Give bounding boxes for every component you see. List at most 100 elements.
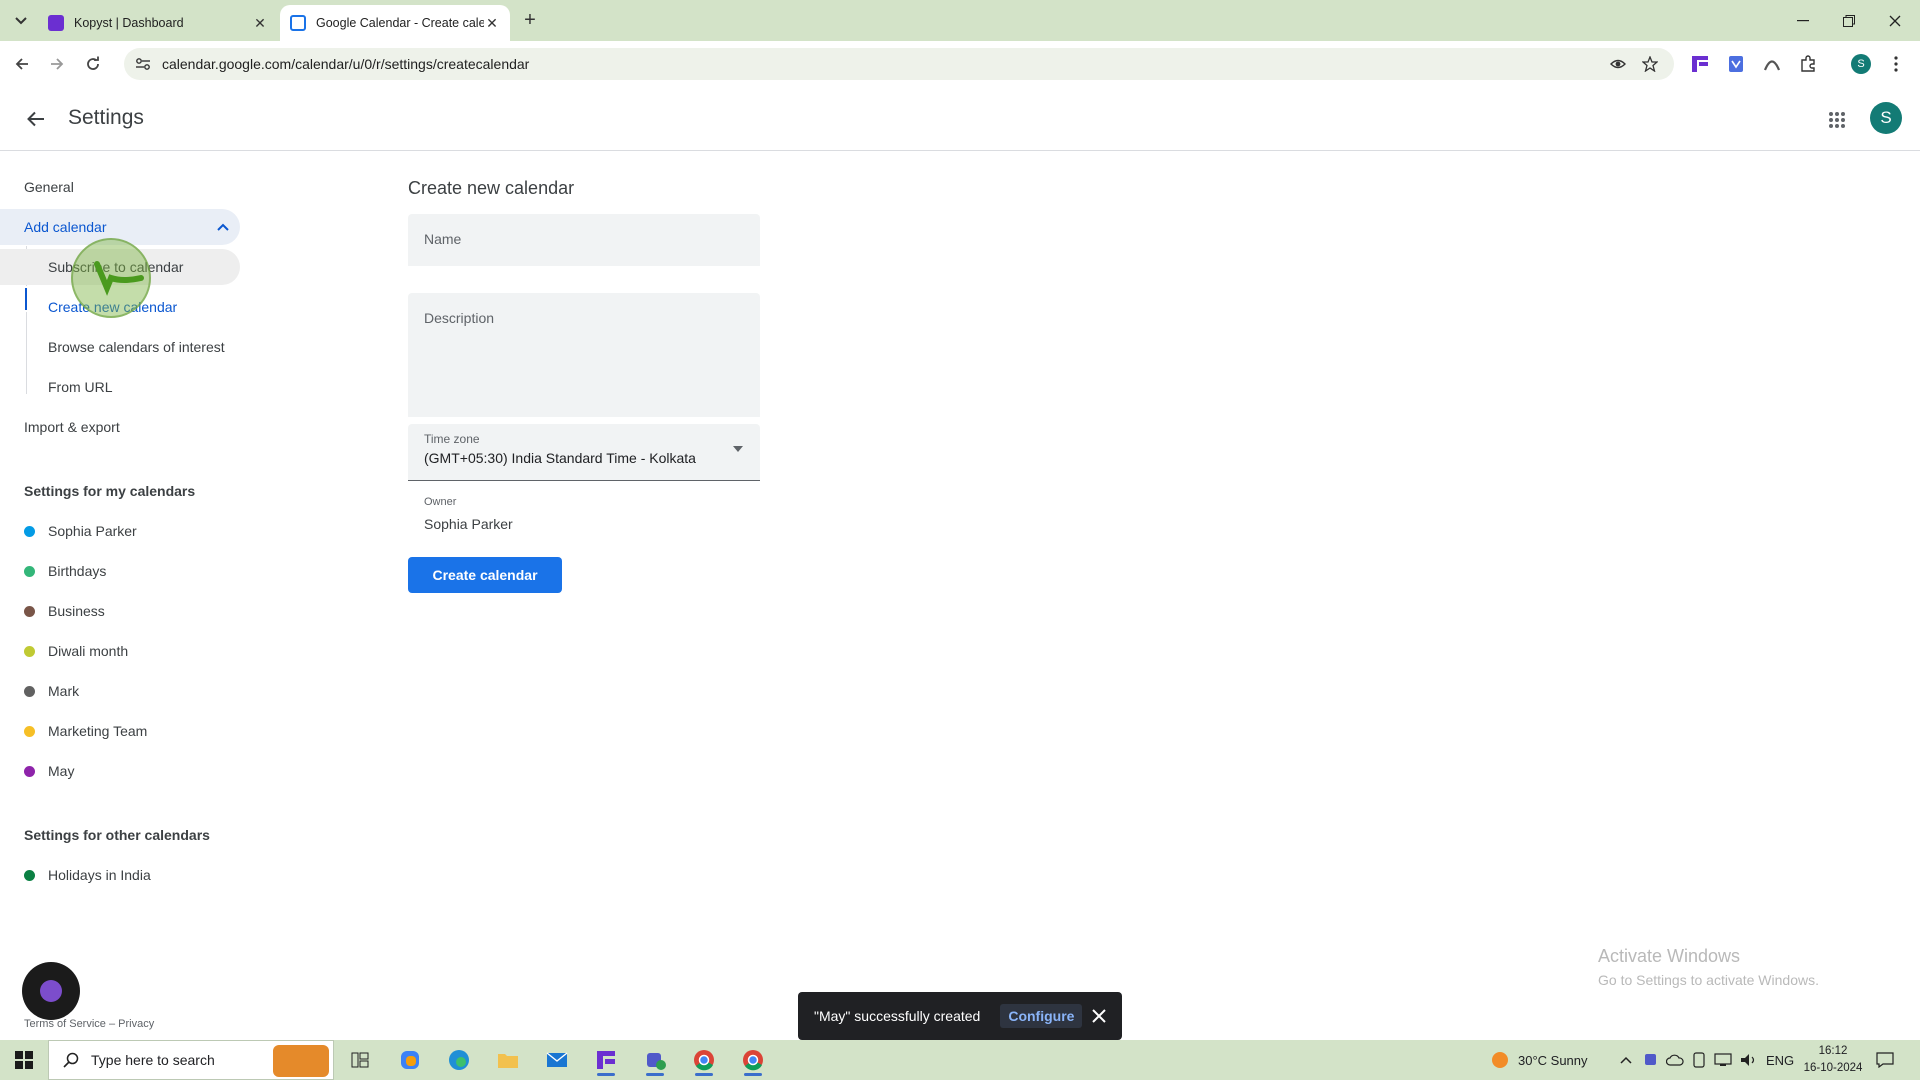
calendar-name: Diwali month	[48, 643, 129, 659]
task-view-button[interactable]	[340, 1044, 380, 1076]
search-highlight-image	[273, 1045, 329, 1077]
calendar-name: Birthdays	[48, 563, 107, 579]
browser-menu-icon[interactable]	[1884, 52, 1908, 76]
kopyst-app-icon[interactable]	[586, 1044, 626, 1076]
taskbar-search-placeholder: Type here to search	[91, 1052, 215, 1068]
device-tray-icon[interactable]	[1692, 1040, 1706, 1080]
extension-icon[interactable]	[1724, 52, 1748, 76]
name-field[interactable]: Name	[408, 214, 760, 266]
calendar-item[interactable]: Marketing Team	[24, 717, 147, 745]
close-tab-icon[interactable]: ✕	[252, 15, 268, 32]
browser-tab-calendar[interactable]: Google Calendar - Create calen ✕	[280, 5, 510, 41]
volume-icon[interactable]	[1740, 1040, 1758, 1080]
watermark-title: Activate Windows	[1598, 946, 1741, 966]
active-indicator	[597, 1073, 615, 1076]
copilot-app-icon[interactable]	[390, 1044, 430, 1076]
calendar-item[interactable]: Holidays in India	[24, 861, 151, 889]
bookmark-star-icon[interactable]	[1636, 48, 1664, 80]
chevron-up-icon	[217, 223, 229, 231]
teams-tray-icon[interactable]	[1644, 1040, 1660, 1080]
onedrive-cloud-icon[interactable]	[1666, 1040, 1684, 1080]
browser-toolbar: calendar.google.com/calendar/u/0/r/setti…	[0, 41, 1920, 87]
assistant-orb-icon	[40, 980, 62, 1002]
description-field[interactable]: Description	[408, 293, 760, 417]
restore-button[interactable]	[1826, 0, 1872, 41]
close-window-button[interactable]	[1872, 0, 1918, 41]
close-icon[interactable]	[1090, 1007, 1108, 1025]
apps-grid-icon	[1829, 112, 1845, 128]
edge-app-icon[interactable]	[439, 1044, 479, 1076]
calendar-color-dot	[24, 725, 35, 737]
network-icon[interactable]	[1714, 1040, 1732, 1080]
calendar-name: May	[48, 763, 75, 779]
calendar-item[interactable]: Business	[24, 597, 105, 625]
calendar-item[interactable]: Sophia Parker	[24, 517, 137, 545]
chrome-app-icon[interactable]	[684, 1044, 724, 1076]
tab-title: Kopyst | Dashboard	[74, 16, 184, 30]
arrow-left-icon	[15, 58, 28, 70]
mail-app-icon[interactable]	[537, 1044, 577, 1076]
url-text: calendar.google.com/calendar/u/0/r/setti…	[162, 56, 530, 72]
sidebar-item-label: Import & export	[24, 419, 120, 435]
weather-widget[interactable]: 30°C Sunny	[1490, 1040, 1588, 1080]
assistant-bubble[interactable]	[22, 962, 80, 1020]
tab-search-button[interactable]	[10, 10, 32, 32]
taskbar-clock[interactable]: 16:12 16-10-2024	[1798, 1043, 1868, 1077]
configure-button[interactable]: Configure	[1000, 1004, 1083, 1028]
arrow-back-icon	[27, 111, 44, 127]
extensions-puzzle-icon[interactable]	[1796, 52, 1820, 76]
windows-logo-icon	[15, 1051, 33, 1069]
calendar-name: Mark	[48, 683, 80, 699]
calendar-name: Sophia Parker	[48, 523, 137, 539]
address-bar[interactable]: calendar.google.com/calendar/u/0/r/setti…	[124, 48, 1674, 80]
forward-button[interactable]	[44, 51, 70, 77]
sidebar-item-label: From URL	[48, 379, 113, 395]
new-tab-button[interactable]: +	[518, 9, 542, 33]
timezone-label: Time zone	[424, 432, 480, 446]
show-hidden-icons-button[interactable]	[1620, 1040, 1632, 1080]
chevron-up-icon	[1620, 1056, 1632, 1064]
start-button[interactable]	[4, 1044, 44, 1076]
sidebar-item-label: General	[24, 179, 74, 195]
browser-tab-kopyst[interactable]: Kopyst | Dashboard ✕	[38, 5, 278, 41]
chrome-profile-app-icon[interactable]	[733, 1044, 773, 1076]
minimize-icon	[1797, 19, 1809, 21]
notifications-button[interactable]	[1876, 1040, 1894, 1080]
settings-header: Settings S	[0, 87, 1920, 151]
reload-button[interactable]	[80, 51, 106, 77]
calendar-color-dot	[24, 765, 35, 777]
sidebar-item-browse-calendars[interactable]: Browse calendars of interest	[0, 329, 240, 365]
calendar-item[interactable]: May	[24, 757, 74, 785]
calendar-item[interactable]: Birthdays	[24, 557, 106, 585]
kopyst-favicon-icon	[48, 15, 64, 31]
active-indicator	[744, 1073, 762, 1076]
calendar-name: Business	[48, 603, 105, 619]
google-apps-button[interactable]	[1823, 106, 1851, 134]
eye-slash-icon[interactable]	[1604, 48, 1632, 80]
taskbar-search-box[interactable]: Type here to search	[48, 1040, 334, 1080]
calendar-item[interactable]: Diwali month	[24, 637, 128, 665]
other-calendars-heading: Settings for other calendars	[24, 827, 210, 843]
clock-date: 16-10-2024	[1803, 1062, 1863, 1074]
footer-links[interactable]: Terms of Service – Privacy	[24, 1018, 154, 1030]
kopyst-extension-icon[interactable]	[1688, 52, 1712, 76]
site-info-icon[interactable]	[128, 48, 158, 80]
teams-app-icon[interactable]	[635, 1044, 675, 1076]
sidebar-item-from-url[interactable]: From URL	[0, 369, 240, 405]
back-button[interactable]	[9, 51, 35, 77]
extension-arc-icon[interactable]	[1760, 52, 1784, 76]
sidebar-item-general[interactable]: General	[0, 169, 240, 205]
create-calendar-button[interactable]: Create calendar	[408, 557, 562, 593]
arrow-right-icon	[51, 58, 64, 70]
sidebar-item-label: Browse calendars of interest	[48, 339, 225, 355]
profile-button[interactable]: S	[1849, 52, 1873, 76]
close-tab-icon[interactable]: ✕	[484, 15, 500, 32]
calendar-item[interactable]: Mark	[24, 677, 79, 705]
back-to-calendar-button[interactable]	[22, 105, 50, 133]
file-explorer-app-icon[interactable]	[488, 1044, 528, 1076]
account-avatar[interactable]: S	[1870, 102, 1902, 134]
minimize-button[interactable]	[1780, 0, 1826, 41]
language-indicator[interactable]: ENG	[1766, 1040, 1794, 1080]
timezone-select[interactable]: Time zone (GMT+05:30) India Standard Tim…	[408, 424, 760, 481]
sidebar-item-import-export[interactable]: Import & export	[0, 409, 240, 445]
